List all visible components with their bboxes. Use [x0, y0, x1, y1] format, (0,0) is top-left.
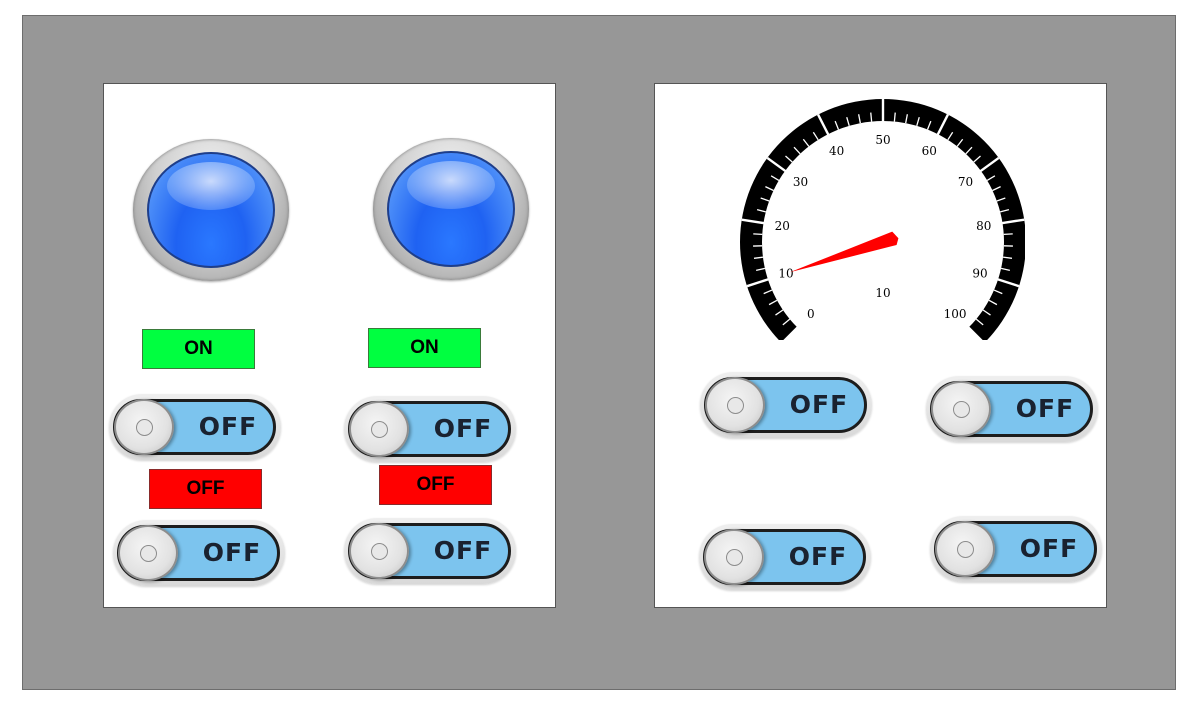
toggle-switch-l2[interactable]: OFF: [344, 396, 516, 462]
status-label-off-1: OFF: [149, 469, 262, 509]
toggle-knob[interactable]: [349, 523, 409, 579]
left-panel: ON ON OFF OFF OFF OFF OFF OFF: [103, 83, 556, 608]
gauge-tick-label: 80: [976, 219, 991, 233]
toggle-knob[interactable]: [935, 521, 995, 577]
gauge-tick-label: 50: [875, 133, 890, 147]
toggle-knob[interactable]: [931, 381, 991, 437]
speed-gauge: 0 10 20 30 40 50 60 70 80 90 100 10: [740, 98, 1025, 340]
gauge-tick-label: 0: [807, 307, 815, 321]
indicator-lamp-1: [133, 139, 289, 281]
toggle-label: OFF: [788, 542, 848, 571]
right-panel: 0 10 20 30 40 50 60 70 80 90 100 10 OFF OFF OFF OF…: [654, 83, 1107, 608]
gauge-minor-tick: [1003, 233, 1013, 236]
toggle-label: OFF: [789, 390, 849, 419]
toggle-knob[interactable]: [704, 529, 764, 585]
toggle-switch-l1[interactable]: OFF: [109, 394, 281, 460]
toggle-switch-l4[interactable]: OFF: [344, 518, 516, 584]
gauge-minor-tick: [893, 112, 896, 122]
toggle-knob[interactable]: [118, 525, 178, 581]
gauge-minor-tick: [870, 112, 873, 122]
toggle-label: OFF: [202, 538, 262, 567]
gauge-value-label: 10: [875, 286, 890, 300]
toggle-label: OFF: [198, 412, 258, 441]
toggle-switch-r1[interactable]: OFF: [700, 372, 872, 438]
toggle-knob[interactable]: [114, 399, 174, 455]
toggle-label: OFF: [1015, 394, 1075, 423]
gauge-tick-label: 70: [958, 175, 973, 189]
toggle-switch-r4[interactable]: OFF: [930, 516, 1102, 582]
gauge-tick-label: 40: [829, 144, 844, 158]
toggle-knob[interactable]: [349, 401, 409, 457]
toggle-switch-r2[interactable]: OFF: [926, 376, 1098, 442]
gauge-tick-label: 60: [922, 144, 937, 158]
gauge-needle: [789, 231, 899, 273]
gauge-tick-label: 90: [972, 267, 987, 281]
status-label-off-2: OFF: [379, 465, 492, 505]
toggle-label: OFF: [1019, 534, 1079, 563]
status-label-on-1: ON: [142, 329, 255, 369]
status-label-on-2: ON: [368, 328, 481, 368]
indicator-lamp-2: [373, 138, 529, 280]
toggle-switch-r3[interactable]: OFF: [699, 524, 871, 590]
toggle-label: OFF: [433, 414, 493, 443]
gauge-tick-label: 20: [775, 219, 790, 233]
gauge-tick-label: 30: [793, 175, 808, 189]
gauge-tick-label: 10: [778, 267, 793, 281]
gauge-minor-tick: [753, 233, 763, 236]
toggle-switch-l3[interactable]: OFF: [113, 520, 285, 586]
toggle-knob[interactable]: [705, 377, 765, 433]
toggle-label: OFF: [433, 536, 493, 565]
gauge-tick-label: 100: [944, 307, 967, 321]
